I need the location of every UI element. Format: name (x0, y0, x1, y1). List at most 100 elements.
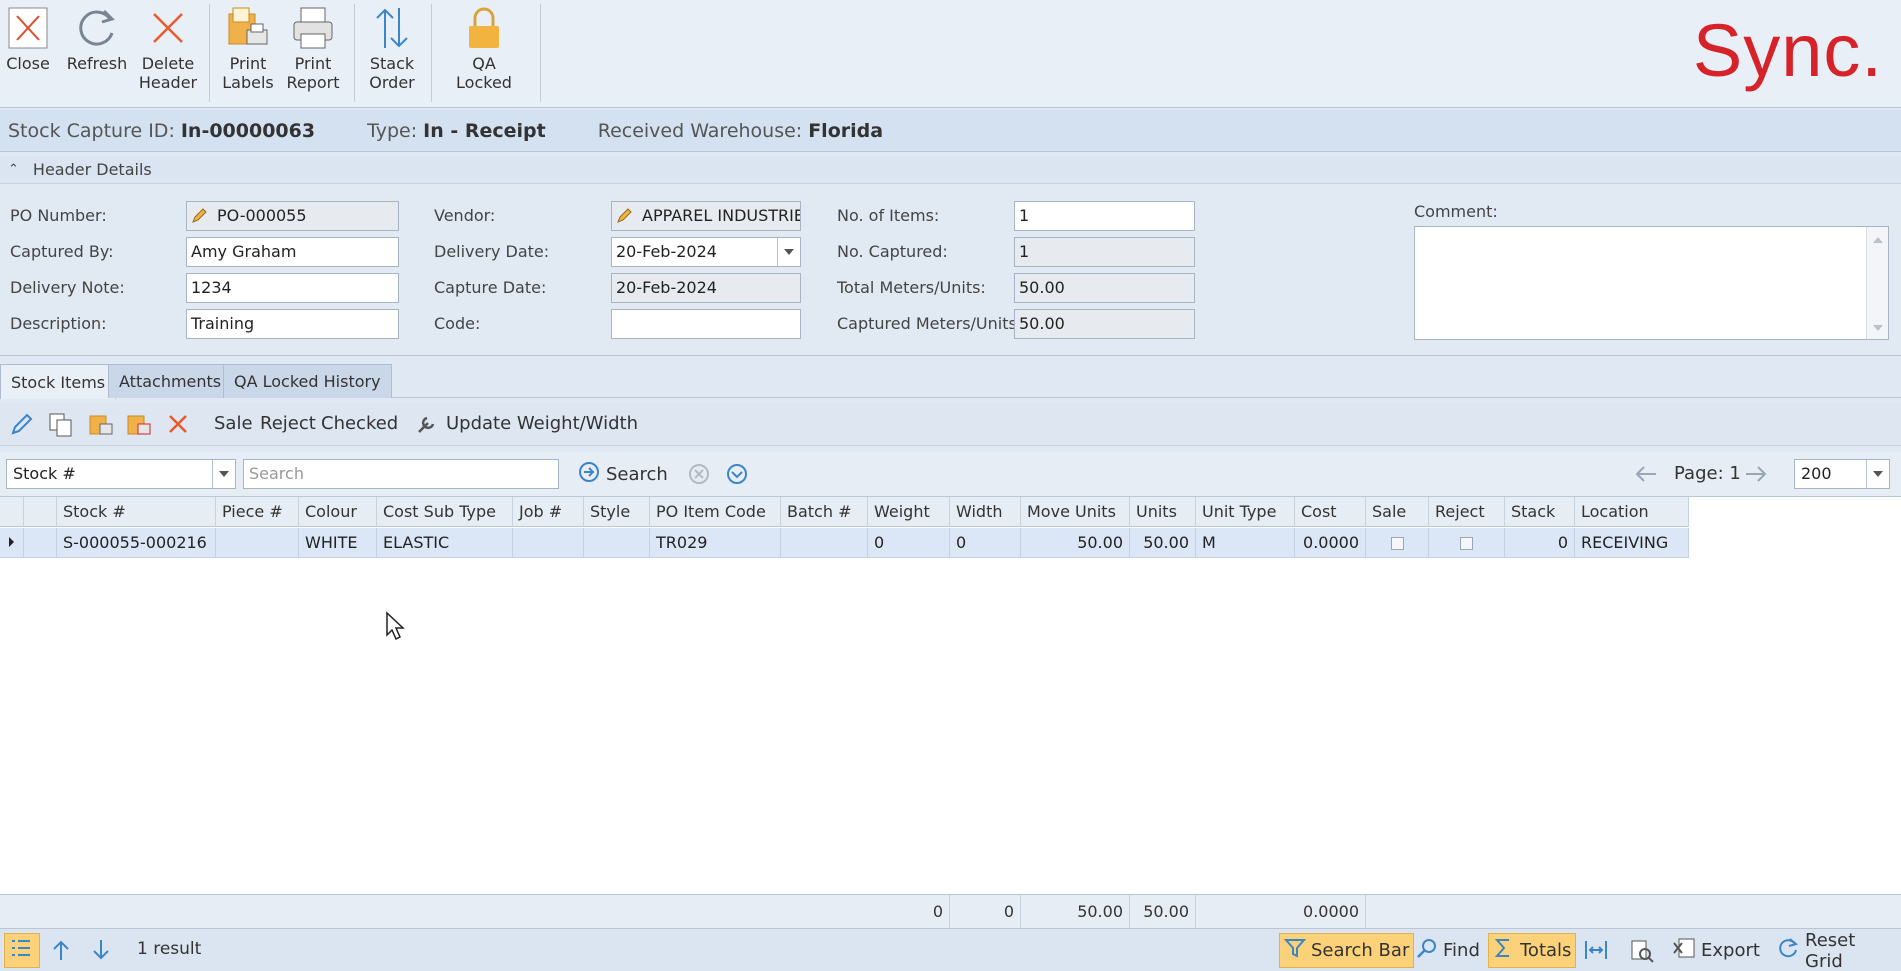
refresh-button[interactable]: Refresh (66, 2, 128, 73)
tab-stock-items[interactable]: Stock Items (0, 364, 117, 399)
chevron-down-icon[interactable] (777, 238, 800, 266)
column-header[interactable]: Reject (1429, 497, 1505, 527)
column-header[interactable]: Sale (1366, 497, 1429, 527)
column-header[interactable]: Cost (1295, 497, 1366, 527)
ribbon-separator (431, 4, 432, 102)
column-header[interactable]: Units (1130, 497, 1196, 527)
mouse-cursor-icon (385, 611, 407, 645)
move-up-icon[interactable] (50, 939, 72, 966)
previous-page-icon[interactable] (1634, 463, 1658, 489)
code-field[interactable] (611, 309, 801, 339)
move-down-icon[interactable] (90, 939, 112, 966)
grid-totals-footer: 0 0 50.00 50.00 0.0000 (0, 894, 1901, 929)
search-field-select[interactable]: Stock # (6, 459, 236, 489)
reset-grid-button[interactable]: Reset Grid (1772, 930, 1901, 971)
next-page-icon[interactable] (1744, 463, 1768, 489)
magnifier-icon (1416, 937, 1438, 964)
sync-logo: Sync. (1692, 9, 1883, 92)
reject-checkbox[interactable] (1460, 537, 1473, 550)
checked-button[interactable]: Checked (321, 413, 398, 434)
qa-locked-button[interactable]: QA Locked (442, 2, 526, 92)
chevron-down-icon[interactable] (212, 460, 235, 488)
clear-search-icon[interactable] (688, 463, 710, 489)
column-header[interactable]: Location (1575, 497, 1689, 527)
weight-total: 0 (868, 895, 950, 929)
header-details-toggle[interactable]: ⌃ Header Details (0, 156, 1901, 184)
column-header[interactable]: Cost Sub Type (377, 497, 513, 527)
row-indicator-header (0, 497, 24, 527)
column-header[interactable]: PO Item Code (650, 497, 781, 527)
page-size-select[interactable]: 200 (1794, 459, 1890, 489)
update-weight-width-button[interactable]: Update Weight/Width (446, 413, 638, 434)
print-batch-icon[interactable] (126, 412, 152, 443)
list-view-button[interactable] (4, 933, 40, 968)
captured-by-field[interactable]: Amy Graham (186, 237, 399, 267)
comment-textarea[interactable] (1414, 226, 1889, 340)
column-header[interactable]: Stock # (57, 497, 216, 527)
print-report-button[interactable]: Print Report (286, 2, 340, 92)
column-header[interactable]: Move Units (1021, 497, 1130, 527)
column-header[interactable]: Width (950, 497, 1021, 527)
tab-attachments[interactable]: Attachments (108, 364, 233, 398)
search-row: Stock # Search Search Page: 1 200 (0, 452, 1901, 496)
pencil-icon[interactable] (190, 206, 208, 230)
items-count-field[interactable]: 1 (1014, 201, 1195, 231)
search-bar-toggle[interactable]: Search Bar (1279, 933, 1415, 968)
row-select-cell[interactable] (24, 528, 57, 558)
print-labels-button[interactable]: Print Labels (222, 2, 274, 92)
print-preview-icon[interactable] (1630, 939, 1654, 968)
column-header[interactable]: Weight (868, 497, 950, 527)
reject-checkbox-cell[interactable] (1429, 528, 1505, 558)
chevron-down-icon[interactable] (1866, 460, 1889, 488)
cost-total: 0.0000 (1196, 895, 1366, 929)
po-number-field[interactable]: PO-000055 (186, 201, 399, 231)
search-button[interactable]: Search (578, 461, 668, 488)
expand-filter-icon[interactable] (726, 463, 748, 489)
totals-toggle[interactable]: Totals (1488, 933, 1577, 968)
page-indicator: Page: 1 (1674, 463, 1741, 484)
fit-columns-icon[interactable] (1584, 939, 1608, 966)
column-header[interactable]: Style (584, 497, 650, 527)
select-column-header (24, 497, 57, 527)
print-label-icon[interactable] (88, 412, 114, 443)
pencil-icon[interactable] (615, 206, 633, 230)
copy-icon[interactable] (48, 412, 74, 443)
refresh-icon (73, 2, 121, 54)
width-total: 0 (950, 895, 1021, 929)
column-header[interactable]: Colour (299, 497, 377, 527)
find-button[interactable]: Find (1412, 933, 1484, 968)
cost-cell: 0.0000 (1295, 528, 1366, 558)
column-header[interactable]: Batch # (781, 497, 868, 527)
description-field[interactable]: Training (186, 309, 399, 339)
stack-cell: 0 (1505, 528, 1575, 558)
edit-icon[interactable] (10, 412, 34, 441)
column-header[interactable]: Piece # (216, 497, 299, 527)
delete-header-button[interactable]: Delete Header (139, 2, 197, 92)
column-header[interactable]: Job # (513, 497, 584, 527)
job-cell (513, 528, 584, 558)
export-button[interactable]: Export (1668, 933, 1764, 968)
column-header[interactable]: Stack (1505, 497, 1575, 527)
sale-button[interactable]: Sale (214, 413, 253, 434)
search-input[interactable]: Search (243, 459, 559, 489)
reject-button[interactable]: Reject (260, 413, 316, 434)
close-button[interactable]: Close (4, 2, 52, 73)
table-row[interactable]: S-000055-000216 WHITE ELASTIC TR029 0 0 … (0, 528, 1689, 558)
capture-id-value: In-00000063 (180, 119, 316, 142)
delivery-date-picker[interactable]: 20-Feb-2024 (611, 237, 801, 267)
column-header[interactable]: Unit Type (1196, 497, 1295, 527)
tab-qa-locked-history[interactable]: QA Locked History (223, 364, 392, 398)
chevron-up-icon: ⌃ (8, 162, 19, 177)
captured-units-field: 50.00 (1014, 309, 1195, 339)
style-cell (584, 528, 650, 558)
vendor-field[interactable]: APPAREL INDUSTRIE (611, 201, 801, 231)
delete-icon[interactable] (166, 412, 190, 441)
sale-checkbox-cell[interactable] (1366, 528, 1429, 558)
sale-checkbox[interactable] (1390, 537, 1404, 550)
ribbon-separator (540, 4, 541, 102)
result-count: 1 result (137, 939, 202, 959)
wrench-icon[interactable] (415, 412, 439, 441)
comment-scrollbar[interactable] (1866, 227, 1888, 339)
delivery-note-field[interactable]: 1234 (186, 273, 399, 303)
stack-order-button[interactable]: Stack Order (366, 2, 418, 92)
